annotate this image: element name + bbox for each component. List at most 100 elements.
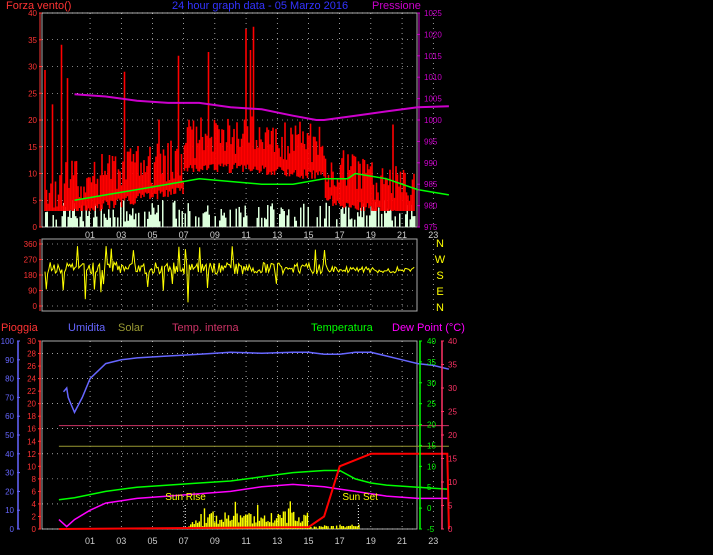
calm-bar [174, 200, 176, 227]
y-tick-label: 30 [448, 384, 457, 393]
calm-bar [124, 221, 126, 227]
solar-bar [332, 526, 334, 529]
calm-bar [205, 211, 207, 227]
solar-bar [354, 526, 357, 529]
calm-bar [295, 220, 297, 227]
y-tick-label: 10 [448, 478, 457, 487]
y-tick-label: 18 [27, 412, 36, 421]
sunrise-annotation: Sun Rise [165, 492, 206, 503]
calm-bar [288, 209, 290, 227]
y-tick-label: 50 [5, 431, 14, 440]
calm-bar [126, 211, 128, 227]
x-tick-label: 09 [210, 230, 220, 240]
calm-bar [156, 212, 158, 227]
compass-letter: E [436, 286, 443, 298]
calm-bar [319, 205, 321, 227]
y-tick-label: 4 [32, 500, 37, 509]
calm-bar [391, 220, 393, 227]
calm-bar [336, 219, 338, 227]
calm-bar [46, 211, 48, 227]
solar-bar [347, 525, 350, 529]
solar-bar [210, 513, 213, 529]
compass-letter: N [436, 238, 444, 250]
legend-rain: Pioggia [1, 322, 39, 334]
x-tick-label: 05 [147, 230, 157, 240]
y-tick-label: 985 [424, 180, 438, 189]
calm-bar [325, 202, 327, 227]
y-tick-label: 990 [424, 159, 438, 168]
calm-bar [105, 217, 107, 227]
calm-bar [150, 214, 152, 227]
x-tick-label: 13 [272, 230, 282, 240]
calm-bar [316, 217, 318, 227]
calm-bar [159, 221, 161, 227]
calm-bar [147, 218, 149, 227]
solar-bar [337, 528, 340, 529]
y-tick-label: 20 [5, 487, 14, 496]
calm-bar [103, 213, 105, 227]
calm-bar [373, 209, 375, 227]
calm-bar [117, 217, 119, 227]
calm-bar [381, 213, 383, 227]
x-tick-label: 07 [179, 230, 189, 240]
solar-bar [330, 526, 333, 529]
calm-bar [172, 202, 174, 227]
calm-bar [96, 216, 98, 227]
calm-bar [328, 206, 330, 227]
calm-bar [378, 207, 380, 227]
calm-bar [130, 215, 132, 227]
y-tick-label: 20 [427, 421, 436, 430]
x-tick-label: 21 [397, 536, 407, 546]
calm-bar [189, 211, 191, 227]
y-tick-label: 15 [448, 455, 457, 464]
y-tick-label: 5 [33, 196, 38, 205]
calm-bar [138, 212, 140, 227]
y-tick-label: 180 [24, 271, 38, 280]
y-tick-label: 100 [1, 337, 15, 346]
y-tick-label: 0 [32, 525, 37, 534]
calm-bar [69, 209, 71, 227]
solar-bar [342, 526, 345, 529]
solar-bar [317, 528, 319, 529]
y-tick-label: 24 [27, 375, 36, 384]
solar-bar [224, 512, 226, 529]
y-tick-label: 0 [10, 525, 15, 534]
y-tick-label: 1005 [424, 95, 442, 104]
calm-bar [256, 217, 258, 227]
calm-bar [70, 217, 72, 227]
y-tick-label: 1015 [424, 52, 442, 61]
y-tick-label: 40 [448, 337, 457, 346]
y-tick-label: 980 [424, 202, 438, 211]
x-tick-label: 05 [147, 536, 157, 546]
calm-bar [388, 210, 390, 227]
calm-bar [198, 217, 200, 227]
solar-bar [203, 508, 206, 529]
pressure-axis-title: Pressione [372, 0, 421, 12]
y-tick-label: 35 [448, 361, 457, 370]
solar-bar [339, 524, 341, 529]
calm-bar [340, 209, 342, 227]
y-tick-label: 10 [27, 462, 36, 471]
solar-bar [287, 508, 290, 529]
y-tick-label: 15 [427, 441, 436, 450]
calm-bar [162, 200, 164, 227]
calm-bar [324, 218, 326, 227]
y-tick-label: 30 [28, 63, 37, 72]
x-tick-label: 01 [85, 230, 95, 240]
solar-bar [208, 514, 211, 529]
calm-bar [246, 215, 248, 227]
calm-bar [361, 217, 363, 227]
y-tick-label: 1010 [424, 73, 442, 82]
weather-dashboard: Forza vento() 24 hour graph data - 05 Ma… [1, 0, 465, 546]
calm-bar [387, 208, 389, 227]
y-tick-label: 22 [27, 387, 36, 396]
legend-humidity: Umidita [68, 322, 106, 334]
x-tick-label: 19 [366, 536, 376, 546]
x-tick-label: 19 [366, 230, 376, 240]
calm-bar [271, 203, 273, 227]
solar-bar [318, 526, 321, 529]
y-tick-label: 40 [5, 450, 14, 459]
solar-bar [212, 511, 214, 529]
calm-bar [412, 216, 414, 227]
calm-bar [157, 204, 159, 227]
